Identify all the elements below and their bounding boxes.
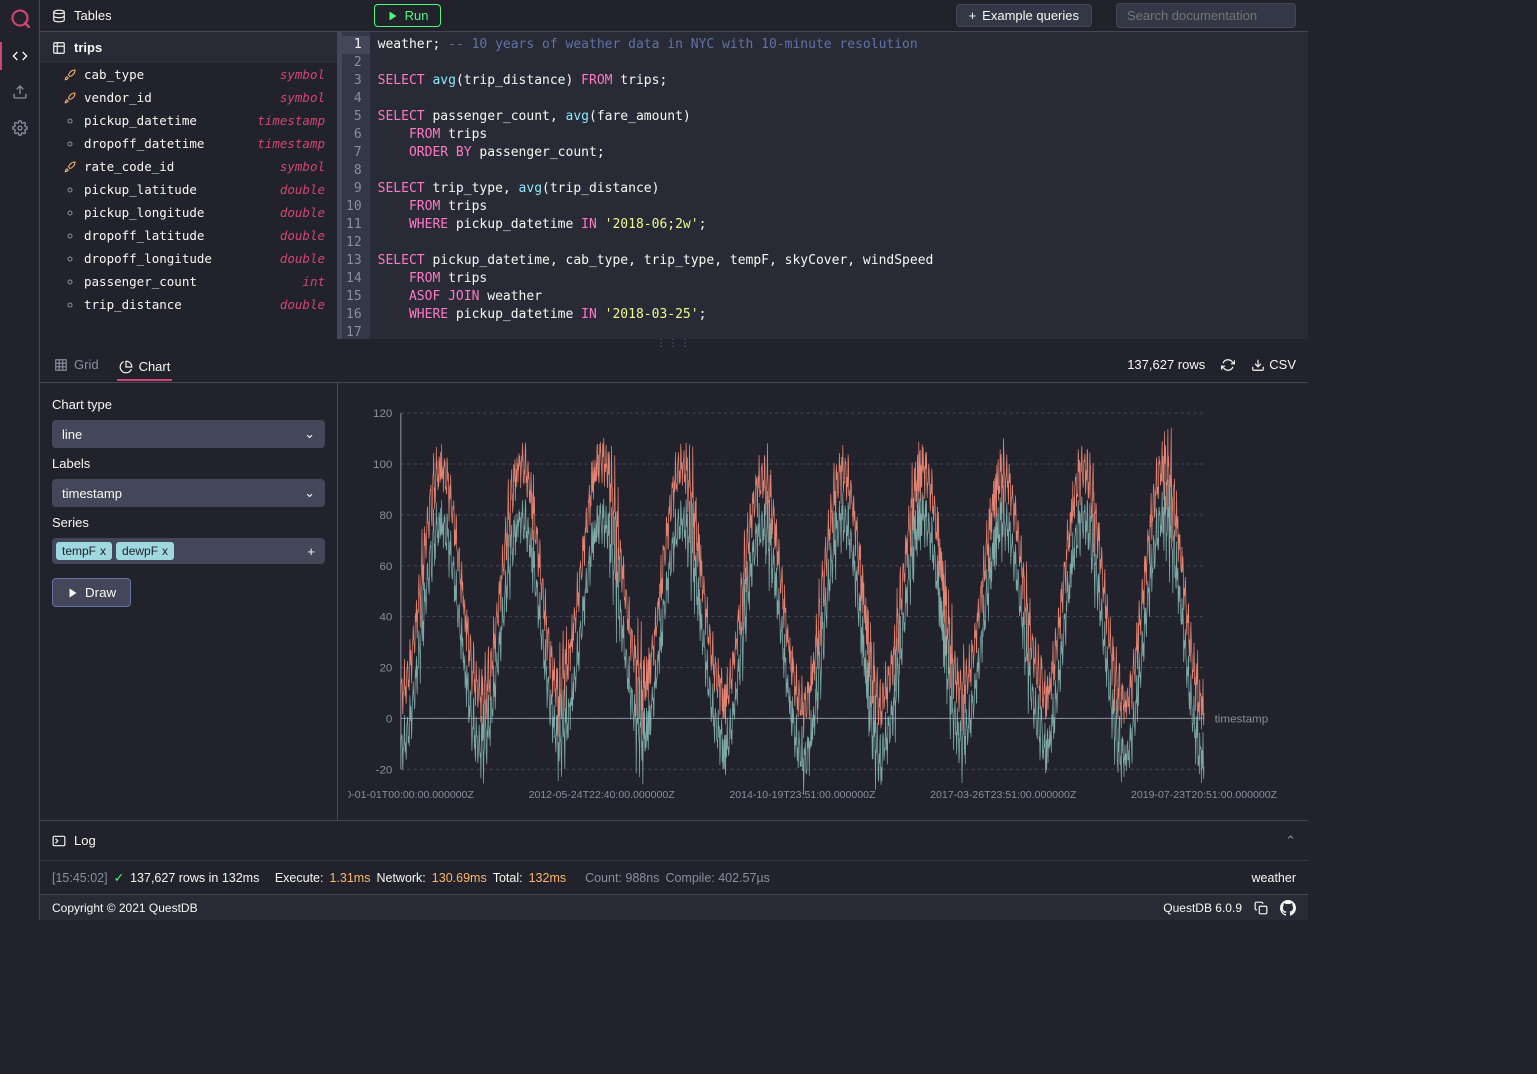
svg-text:timestamp: timestamp — [1215, 714, 1269, 726]
svg-text:100: 100 — [373, 459, 392, 471]
chevron-down-icon: ⌄ — [304, 426, 315, 442]
table-row[interactable]: trips — [40, 32, 337, 63]
log-bar[interactable]: Log ⌃ — [40, 820, 1308, 860]
remove-icon[interactable]: x — [162, 544, 168, 558]
column-row[interactable]: pickup_latitudedouble — [40, 178, 337, 201]
series-select[interactable]: tempF x dewpF x + — [52, 538, 325, 564]
grid-icon — [54, 358, 68, 372]
execute-label: Execute: — [275, 871, 324, 885]
table-icon — [52, 41, 66, 55]
row-count: 137,627 rows — [1127, 357, 1205, 372]
column-row[interactable]: rate_code_idsymbol — [40, 155, 337, 178]
chart-type-label: Chart type — [52, 397, 325, 412]
series-tag[interactable]: tempF x — [56, 542, 112, 560]
grid-tab[interactable]: Grid — [52, 353, 101, 376]
log-label: Log — [74, 833, 96, 848]
series-label: Series — [52, 515, 325, 530]
labels-select[interactable]: timestamp ⌄ — [52, 479, 325, 507]
pie-chart-icon — [119, 360, 133, 374]
svg-text:0: 0 — [386, 714, 392, 726]
check-icon: ✓ — [114, 870, 124, 885]
svg-text:40: 40 — [379, 612, 392, 624]
example-queries-button[interactable]: + Example queries — [956, 4, 1092, 27]
remove-icon[interactable]: x — [100, 544, 106, 558]
editor-content[interactable]: weather; -- 10 years of weather data in … — [370, 32, 942, 339]
execute-value: 1.31ms — [329, 871, 370, 885]
logo-icon — [10, 8, 30, 28]
chart-tab[interactable]: Chart — [117, 355, 173, 381]
svg-text:60: 60 — [379, 561, 392, 573]
status-db: weather — [1252, 871, 1296, 885]
chart-canvas: -20 0 20 40 60 80 100 120 2010-01-01T00:00:00.00… — [338, 383, 1308, 820]
svg-text:120: 120 — [373, 408, 392, 420]
left-rail — [0, 0, 40, 920]
compile-stat: Compile: 402.57µs — [665, 871, 769, 885]
resize-handle[interactable]: ⋮⋮⋮ — [40, 339, 1308, 347]
results-tabs: Grid Chart 137,627 rows CSV — [40, 347, 1308, 383]
svg-text:2014-10-19T23:51:00.000000Z: 2014-10-19T23:51:00.000000Z — [729, 790, 875, 801]
table-name: trips — [74, 40, 102, 55]
tables-label: Tables — [74, 8, 112, 23]
terminal-icon — [52, 834, 66, 848]
labels-label: Labels — [52, 456, 325, 471]
draw-button[interactable]: Draw — [52, 578, 131, 607]
csv-button[interactable]: CSV — [1251, 357, 1296, 372]
editor-gutter: 1234567891011121314151617 — [342, 32, 370, 339]
refresh-icon — [1221, 358, 1235, 372]
svg-text:-20: -20 — [376, 765, 393, 777]
top-bar: Tables Run + Example queries — [40, 0, 1308, 32]
results-panel: Grid Chart 137,627 rows CSV Chart type — [40, 347, 1308, 820]
column-row[interactable]: vendor_idsymbol — [40, 86, 337, 109]
copyright: Copyright © 2021 QuestDB — [52, 901, 198, 915]
svg-text:2017-03-26T23:51:00.000000Z: 2017-03-26T23:51:00.000000Z — [930, 790, 1076, 801]
copy-icon[interactable] — [1254, 901, 1268, 915]
status-bar: [15:45:02] ✓ 137,627 rows in 132ms Execu… — [40, 860, 1308, 894]
chart-type-select[interactable]: line ⌄ — [52, 420, 325, 448]
add-series-button[interactable]: + — [301, 544, 321, 559]
tables-header: Tables — [52, 8, 112, 23]
refresh-button[interactable] — [1221, 358, 1235, 372]
network-value: 130.69ms — [432, 871, 487, 885]
play-icon — [67, 587, 79, 599]
github-icon[interactable] — [1280, 900, 1296, 916]
column-row[interactable]: dropoff_longitudedouble — [40, 247, 337, 270]
plus-icon: + — [969, 8, 977, 23]
count-stat: Count: 988ns — [585, 871, 659, 885]
column-row[interactable]: passenger_countint — [40, 270, 337, 293]
svg-text:2019-07-23T20:51:00.000000Z: 2019-07-23T20:51:00.000000Z — [1131, 790, 1277, 801]
status-summary: 137,627 rows in 132ms — [130, 871, 259, 885]
svg-text:2012-05-24T22:40:00.000000Z: 2012-05-24T22:40:00.000000Z — [529, 790, 675, 801]
svg-text:20: 20 — [379, 663, 392, 675]
chevron-down-icon: ⌄ — [304, 485, 315, 501]
column-row[interactable]: dropoff_datetimetimestamp — [40, 132, 337, 155]
version: QuestDB 6.0.9 — [1163, 901, 1242, 915]
play-icon — [387, 10, 399, 22]
search-input[interactable] — [1116, 3, 1296, 28]
chevron-up-icon[interactable]: ⌃ — [1285, 833, 1296, 849]
footer: Copyright © 2021 QuestDB QuestDB 6.0.9 — [40, 894, 1308, 920]
sql-editor[interactable]: 1234567891011121314151617 weather; -- 10… — [338, 32, 1308, 339]
download-icon — [1251, 358, 1265, 372]
status-time: [15:45:02] — [52, 871, 108, 885]
database-icon — [52, 9, 66, 23]
column-row[interactable]: pickup_longitudedouble — [40, 201, 337, 224]
network-label: Network: — [376, 871, 425, 885]
chart-config: Chart type line ⌄ Labels timestamp ⌄ Ser… — [40, 383, 338, 820]
svg-text:2010-01-01T00:00:00.000000Z: 2010-01-01T00:00:00.000000Z — [348, 790, 474, 801]
total-label: Total: — [493, 871, 523, 885]
series-tag[interactable]: dewpF x — [116, 542, 174, 560]
console-tab-icon[interactable] — [12, 48, 28, 64]
import-tab-icon[interactable] — [12, 84, 28, 100]
column-row[interactable]: trip_distancedouble — [40, 293, 337, 316]
run-button[interactable]: Run — [374, 4, 442, 27]
total-value: 132ms — [529, 871, 567, 885]
column-row[interactable]: dropoff_latitudedouble — [40, 224, 337, 247]
svg-text:80: 80 — [379, 510, 392, 522]
column-row[interactable]: cab_typesymbol — [40, 63, 337, 86]
column-row[interactable]: pickup_datetimetimestamp — [40, 109, 337, 132]
settings-tab-icon[interactable] — [12, 120, 28, 136]
